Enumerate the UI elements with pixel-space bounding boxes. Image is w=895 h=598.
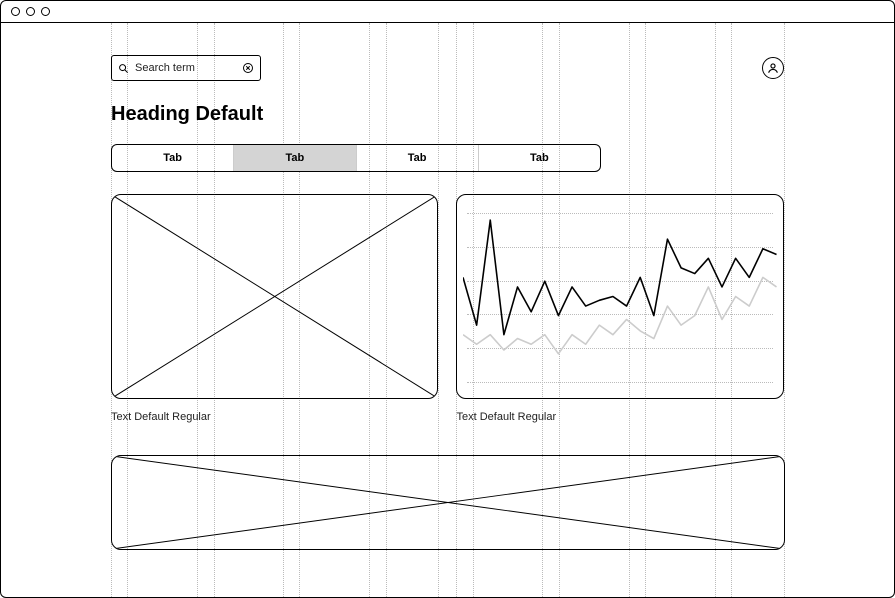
- window-control-minimize[interactable]: [26, 7, 35, 16]
- caption-right: Text Default Regular: [457, 411, 785, 423]
- tab-3[interactable]: Tab: [479, 145, 600, 171]
- captions-row: Text Default Regular Text Default Regula…: [111, 411, 784, 423]
- window-control-close[interactable]: [11, 7, 20, 16]
- caption-left: Text Default Regular: [111, 411, 439, 423]
- tab-label: Tab: [286, 152, 305, 164]
- tab-1[interactable]: Tab: [234, 145, 356, 171]
- search-icon: [118, 63, 129, 74]
- cards-row: [111, 194, 784, 399]
- window-frame: Search term Headin: [0, 0, 895, 598]
- search-input[interactable]: Search term: [111, 55, 261, 81]
- clear-icon[interactable]: [242, 62, 254, 74]
- search-input-value: Search term: [135, 62, 236, 74]
- tab-0[interactable]: Tab: [112, 145, 234, 171]
- avatar[interactable]: [762, 57, 784, 79]
- page-title: Heading Default: [111, 103, 784, 126]
- chart-card: [456, 194, 784, 399]
- topbar: Search term: [111, 55, 784, 81]
- tabs: Tab Tab Tab Tab: [111, 144, 601, 172]
- window-titlebar: [1, 1, 894, 23]
- tab-label: Tab: [530, 152, 549, 164]
- image-placeholder-card: [111, 194, 438, 399]
- chart-area: [463, 201, 777, 392]
- tab-label: Tab: [163, 152, 182, 164]
- wide-placeholder-card: [111, 455, 785, 550]
- window-control-maximize[interactable]: [41, 7, 50, 16]
- content-area: Search term Headin: [1, 23, 894, 597]
- tab-label: Tab: [408, 152, 427, 164]
- tab-2[interactable]: Tab: [357, 145, 479, 171]
